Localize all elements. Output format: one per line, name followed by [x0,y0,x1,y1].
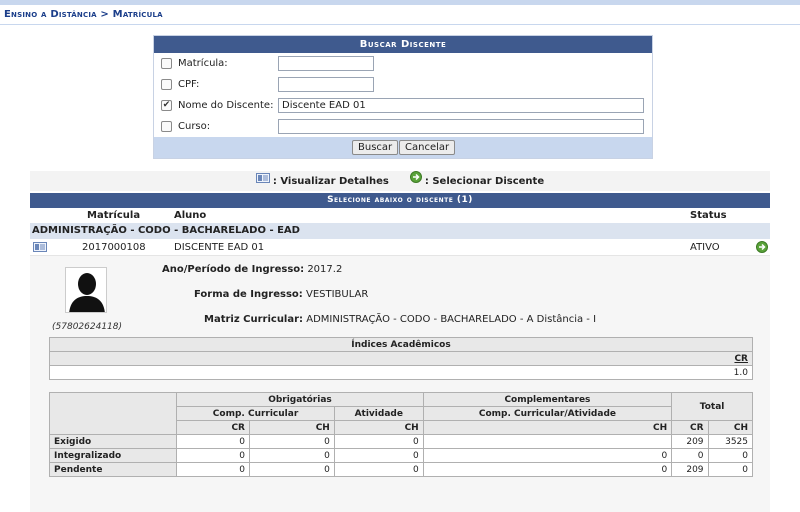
indices-cr-value: 1.0 [49,365,753,380]
row-cell: 0 [176,434,250,449]
total-ch-header: CH [707,420,754,435]
comp-curricular-header: Comp. Curricular [176,406,335,421]
search-form: Buscar Discente Matrícula: CPF: ✔ Nome do D… [153,35,653,159]
cancel-button[interactable]: Cancelar [399,140,456,155]
search-field-row: ✔ Nome do Discente: Discente EAD 01 [154,95,652,116]
total-header: Total [671,392,753,421]
row-cell: 0 [333,448,424,463]
course-group-header: ADMINISTRAÇÃO - CODO - BACHARELADO - EAD [30,223,770,239]
academic-indices-table: Índices Acadêmicos CR 1.0 [49,337,753,380]
forma-info: Forma de Ingresso: VESTIBULAR [194,289,368,300]
row-cell [422,434,673,449]
ch-header: CH [333,420,424,435]
table-row: Exigido 0 0 0 209 3525 [48,434,754,449]
row-cell: 0 [248,434,335,449]
ch-header: CH [248,420,335,435]
search-field-row: CPF: [154,74,652,95]
row-label: Pendente [48,462,178,477]
results-title: Selecione abaixo o discente (1) [30,193,770,208]
comp-curr-ativ-header: Comp. Curricular/Atividade [422,406,673,421]
row-label: Exigido [48,434,178,449]
view-details-icon[interactable] [33,242,47,255]
select-arrow-icon [409,171,422,191]
row-cell: 0 [422,448,673,463]
search-field-label: Nome do Discente: [178,100,274,111]
search-field-label: Curso: [178,121,211,132]
table-row: Pendente 0 0 0 0 209 0 [48,462,754,477]
matriz-label: Matriz Curricular: [204,314,304,325]
col-status: Status [690,210,727,221]
ingresso-info: Ano/Período de Ingresso: 2017.2 [162,264,342,275]
legend-select-label: : Selecionar Discente [424,176,545,187]
table-row: Integralizado 0 0 0 0 0 0 [48,448,754,463]
details-icon [255,171,270,191]
row-cell: 209 [671,434,709,449]
row-cell: 0 [176,448,250,463]
ingresso-label: Ano/Período de Ingresso: [162,264,305,275]
search-field-input[interactable] [278,119,644,134]
row-cell: 3525 [707,434,754,449]
col-matricula: Matrícula [87,210,141,221]
obrigatorias-header: Obrigatórias [176,392,424,407]
row-cell: 0 [248,462,335,477]
forma-value: VESTIBULAR [302,289,369,300]
complementares-header: Complementares [422,392,673,407]
search-field-checkbox[interactable] [161,121,172,132]
row-label: Integralizado [48,448,178,463]
search-form-title: Buscar Discente [154,36,652,53]
search-field-row: Matrícula: [154,53,652,74]
atividade-header: Atividade [333,406,424,421]
row-cell: 0 [707,448,754,463]
row-cell: 0 [248,448,335,463]
search-form-footer: Buscar Cancelar [154,137,652,158]
ingresso-value: 2017.2 [304,264,343,275]
row-status: ATIVO [690,242,720,253]
legend-details-label: : Visualizar Detalhes [272,176,389,187]
indices-cr-header: CR [49,351,753,366]
search-field-input[interactable] [278,77,374,92]
search-field-input[interactable]: Discente EAD 01 [278,98,644,113]
divider [0,24,800,25]
results-header: Matrícula Aluno Status [30,208,770,223]
matriz-value: ADMINISTRAÇÃO - CODO - BACHARELADO - A D… [303,314,597,325]
row-matricula: 2017000108 [82,242,146,253]
search-field-checkbox[interactable] [161,58,172,69]
search-field-label: Matrícula: [178,58,228,69]
legend-bar: : Visualizar Detalhes : Selecionar Disce… [30,171,770,191]
row-cell: 209 [671,462,709,477]
ch-header: CH [422,420,673,435]
breadcrumb[interactable]: Ensino a Distância > Matrícula [4,9,163,20]
search-field-checkbox[interactable]: ✔ [161,100,172,111]
student-photo [65,267,107,313]
table-row: 2017000108 DISCENTE EAD 01 ATIVO [30,239,770,255]
row-cell: 0 [333,434,424,449]
search-field-row: Curso: [154,116,652,137]
row-cell: 0 [333,462,424,477]
select-student-icon[interactable] [756,241,768,256]
results-panel: Selecione abaixo o discente (1) Matrícul… [30,193,770,512]
cr-header: CR [176,420,250,435]
row-cell: 0 [707,462,754,477]
photo-id: (57802624118) [52,322,123,332]
workload-table: Obrigatórias Complementares Total Comp. … [48,392,754,477]
forma-label: Forma de Ingresso: [194,289,303,300]
row-cell: 0 [422,462,673,477]
row-cell: 0 [671,448,709,463]
row-cell: 0 [176,462,250,477]
search-field-checkbox[interactable] [161,79,172,90]
row-aluno: DISCENTE EAD 01 [174,242,265,253]
top-bar [0,0,800,5]
total-cr-header: CR [671,420,709,435]
search-button[interactable]: Buscar [352,140,399,155]
col-aluno: Aluno [174,210,207,221]
indices-title: Índices Acadêmicos [49,337,753,352]
search-field-label: CPF: [178,79,200,90]
student-details: (57802624118) Ano/Período de Ingresso: 2… [30,255,770,512]
search-field-input[interactable] [278,56,374,71]
matriz-info: Matriz Curricular: ADMINISTRAÇÃO - CODO … [204,314,596,325]
